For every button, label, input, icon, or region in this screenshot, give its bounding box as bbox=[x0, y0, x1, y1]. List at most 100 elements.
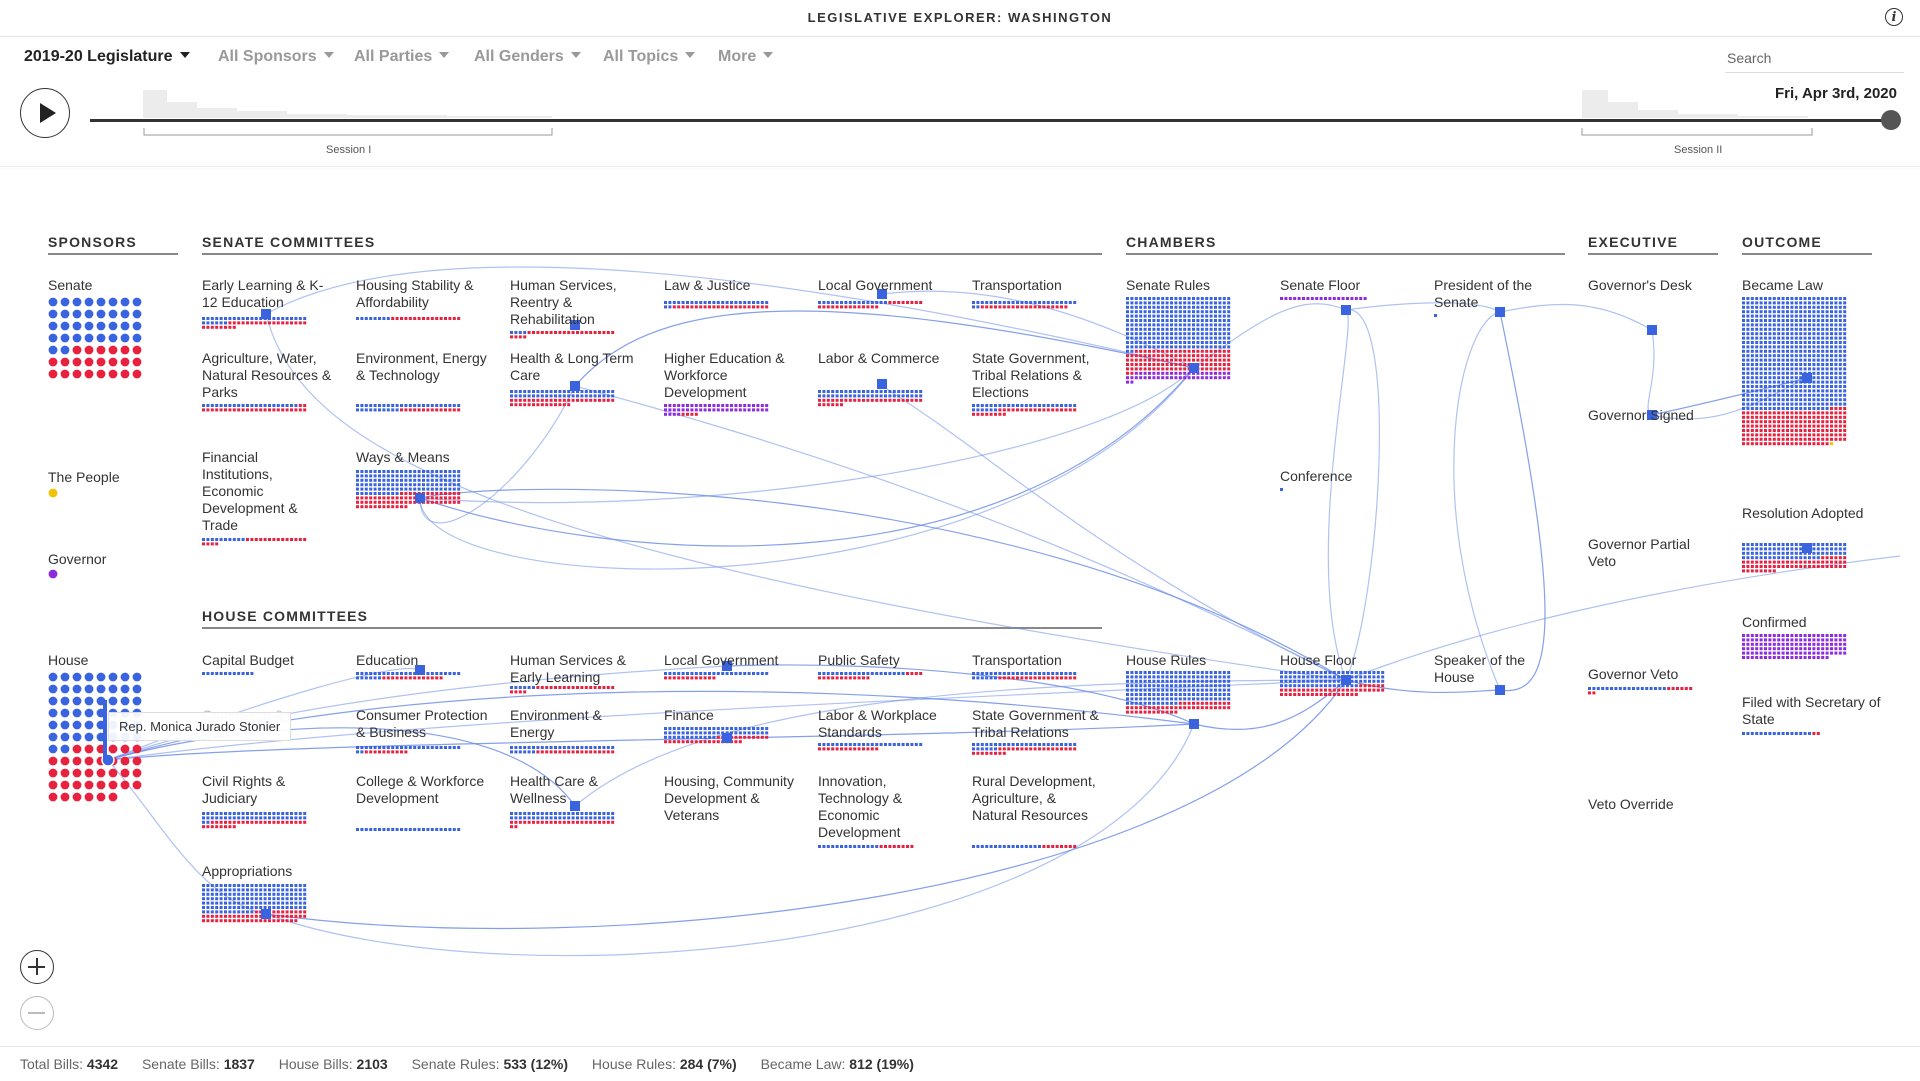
chamber-president-of-senate[interactable]: President of the Senate bbox=[1434, 277, 1559, 311]
house-committee-human-services[interactable]: Human Services & Early Learning bbox=[510, 652, 642, 686]
outcome-resolution-adopted[interactable]: Resolution Adopted bbox=[1742, 505, 1892, 522]
executive-governor-signed[interactable]: Governor Signed bbox=[1588, 407, 1728, 424]
dots-senate-early-learning bbox=[202, 317, 307, 329]
senate-committee-law-justice[interactable]: Law & Justice bbox=[664, 277, 796, 294]
house-committee-capital-budget[interactable]: Capital Budget bbox=[202, 652, 334, 669]
house-committee-rural-development[interactable]: Rural Development, Agriculture, & Natura… bbox=[972, 773, 1104, 824]
zoom-in-button[interactable] bbox=[20, 950, 54, 984]
sponsor-people-label[interactable]: The People bbox=[48, 469, 120, 486]
header-divider bbox=[0, 166, 1920, 167]
senate-committee-labor[interactable]: Labor & Commerce bbox=[818, 350, 950, 367]
senate-committee-agriculture[interactable]: Agriculture, Water, Natural Resources & … bbox=[202, 350, 334, 401]
zoom-out-button[interactable] bbox=[20, 996, 54, 1030]
house-committee-consumer-protection[interactable]: Consumer Protection & Business bbox=[356, 707, 488, 741]
senate-committee-local-government[interactable]: Local Government bbox=[818, 277, 950, 294]
dots-house-labor bbox=[818, 743, 923, 751]
house-committee-appropriations[interactable]: Appropriations bbox=[202, 863, 334, 880]
people-sponsor-dot bbox=[48, 488, 58, 498]
dots-president-senate bbox=[1434, 314, 1437, 317]
senate-committee-housing[interactable]: Housing Stability & Affordability bbox=[356, 277, 488, 311]
outcome-confirmed[interactable]: Confirmed bbox=[1742, 614, 1882, 631]
flow-node bbox=[1495, 685, 1505, 695]
house-committee-public-safety[interactable]: Public Safety bbox=[818, 652, 950, 669]
house-committee-labor[interactable]: Labor & Workplace Standards bbox=[818, 707, 950, 741]
sponsor-tooltip: Rep. Monica Jurado Stonier bbox=[108, 712, 292, 741]
bill-flow-line bbox=[1345, 309, 1381, 681]
house-committee-housing[interactable]: Housing, Community Development & Veteran… bbox=[664, 773, 796, 824]
senate-committee-early-learning[interactable]: Early Learning & K-12 Education bbox=[202, 277, 334, 311]
house-committee-local-government[interactable]: Local Government bbox=[664, 652, 796, 669]
genders-dropdown-label: All Genders bbox=[474, 48, 564, 65]
senate-committee-ways-means[interactable]: Ways & Means bbox=[356, 449, 488, 466]
house-committee-finance[interactable]: Finance bbox=[664, 707, 796, 724]
house-committee-innovation[interactable]: Innovation, Technology & Economic Develo… bbox=[818, 773, 950, 841]
outcome-filed-secretary-of-state[interactable]: Filed with Secretary of State bbox=[1742, 694, 1882, 728]
flow-node bbox=[877, 379, 887, 389]
dots-house-rural bbox=[972, 845, 1077, 848]
stat-became-law: Became Law: 812 (19%) bbox=[761, 1056, 914, 1072]
chamber-house-floor[interactable]: House Floor bbox=[1280, 652, 1412, 669]
senate-committee-transportation[interactable]: Transportation bbox=[972, 277, 1104, 294]
dots-senate-rules bbox=[1126, 297, 1231, 384]
bill-flow-line bbox=[1327, 309, 1349, 681]
chamber-conference[interactable]: Conference bbox=[1280, 468, 1412, 485]
sponsor-senate-label[interactable]: Senate bbox=[48, 277, 92, 294]
senate-committee-environment[interactable]: Environment, Energy & Technology bbox=[356, 350, 488, 384]
stat-value: 533 (12%) bbox=[503, 1056, 569, 1072]
senate-committee-health[interactable]: Health & Long Term Care bbox=[510, 350, 642, 384]
more-dropdown[interactable]: More bbox=[718, 48, 774, 66]
executive-partial-veto[interactable]: Governor Partial Veto bbox=[1588, 536, 1718, 570]
info-icon[interactable]: i bbox=[1885, 8, 1903, 26]
timeline-slider-handle[interactable] bbox=[1881, 110, 1901, 130]
chamber-senate-floor[interactable]: Senate Floor bbox=[1280, 277, 1412, 294]
genders-dropdown[interactable]: All Genders bbox=[474, 48, 581, 66]
chevron-down-icon bbox=[685, 52, 696, 58]
chamber-house-rules[interactable]: House Rules bbox=[1126, 652, 1258, 669]
dots-house-consumer bbox=[356, 746, 461, 754]
dots-senate-ways-means bbox=[356, 470, 461, 509]
dots-house-health bbox=[510, 812, 615, 829]
sponsor-governor-label[interactable]: Governor bbox=[48, 551, 106, 568]
timeline-slider-track[interactable] bbox=[90, 119, 1890, 122]
dots-house-education bbox=[356, 672, 461, 680]
parties-dropdown[interactable]: All Parties bbox=[354, 48, 450, 66]
senate-committee-state-government[interactable]: State Government, Tribal Relations & Ele… bbox=[972, 350, 1104, 401]
chamber-speaker-of-house[interactable]: Speaker of the House bbox=[1434, 652, 1549, 686]
stat-value: 1837 bbox=[223, 1056, 255, 1072]
topics-dropdown[interactable]: All Topics bbox=[603, 48, 696, 66]
outcome-became-law[interactable]: Became Law bbox=[1742, 277, 1882, 294]
search-input[interactable] bbox=[1725, 44, 1904, 73]
stat-house-bills: House Bills: 2103 bbox=[279, 1056, 388, 1072]
sponsors-dropdown[interactable]: All Sponsors bbox=[218, 48, 334, 66]
dots-senate-agriculture bbox=[202, 404, 307, 412]
house-committee-college[interactable]: College & Workforce Development bbox=[356, 773, 488, 807]
flow-node bbox=[261, 909, 271, 919]
dots-senate-health bbox=[510, 390, 615, 407]
house-committee-transportation[interactable]: Transportation bbox=[972, 652, 1104, 669]
dots-house-human-services bbox=[510, 686, 615, 694]
topics-dropdown-label: All Topics bbox=[603, 48, 679, 65]
house-committee-education[interactable]: Education bbox=[356, 652, 488, 669]
legislature-dropdown[interactable]: 2019-20 Legislature bbox=[24, 48, 190, 66]
stat-label: Senate Rules: bbox=[411, 1056, 500, 1072]
executive-veto-override[interactable]: Veto Override bbox=[1588, 796, 1728, 813]
house-committee-environment[interactable]: Environment & Energy bbox=[510, 707, 642, 741]
app-title: LEGISLATIVE EXPLORER: WASHINGTON bbox=[807, 10, 1113, 25]
dots-house-local-gov bbox=[664, 672, 769, 680]
flow-node bbox=[1341, 675, 1351, 685]
chevron-down-icon bbox=[439, 52, 450, 58]
chamber-senate-rules[interactable]: Senate Rules bbox=[1126, 277, 1258, 294]
senate-committee-financial[interactable]: Financial Institutions, Economic Develop… bbox=[202, 449, 327, 534]
stat-label: Total Bills: bbox=[20, 1056, 84, 1072]
dots-senate-financial bbox=[202, 538, 307, 546]
senate-committee-human-services[interactable]: Human Services, Reentry & Rehabilitation bbox=[510, 277, 642, 328]
house-committee-civil-rights[interactable]: Civil Rights & Judiciary bbox=[202, 773, 334, 807]
flow-node bbox=[415, 493, 425, 503]
senate-committee-higher-education[interactable]: Higher Education & Workforce Development bbox=[664, 350, 796, 401]
house-committee-health[interactable]: Health Care & Wellness bbox=[510, 773, 642, 807]
executive-governors-desk[interactable]: Governor's Desk bbox=[1588, 277, 1728, 294]
house-committee-state-government[interactable]: State Government & Tribal Relations bbox=[972, 707, 1104, 741]
sponsor-house-label[interactable]: House bbox=[48, 652, 88, 669]
senate-sponsor-dots bbox=[48, 297, 142, 379]
executive-governor-veto[interactable]: Governor Veto bbox=[1588, 666, 1728, 683]
